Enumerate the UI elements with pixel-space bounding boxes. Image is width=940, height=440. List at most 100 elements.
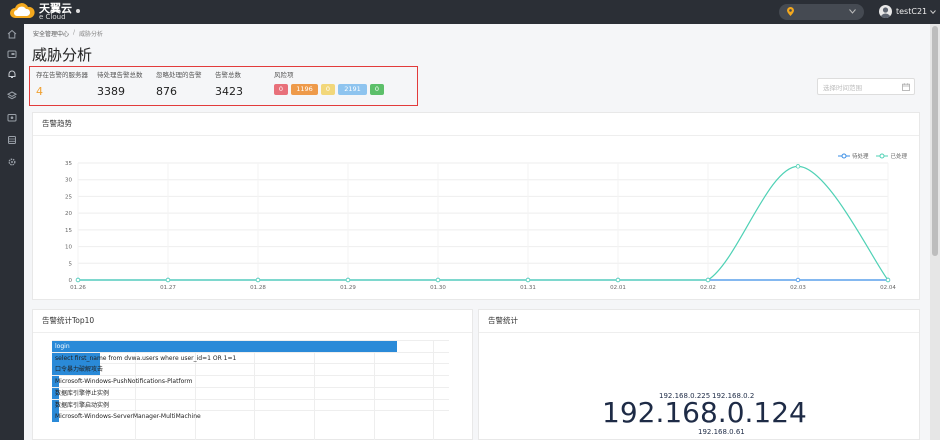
x-gridline <box>373 340 375 440</box>
bar-label: 数据库引擎停止实例 <box>55 389 110 397</box>
chevron-down-icon <box>930 9 937 14</box>
brand-logo[interactable]: 天翼云 e Cloud <box>8 2 72 22</box>
user-menu[interactable]: testC21 <box>879 5 937 18</box>
data-point <box>615 277 621 283</box>
data-point <box>165 277 171 283</box>
sidebar-item-settings[interactable] <box>0 152 24 172</box>
x-gridline <box>433 340 435 440</box>
stat-label: 告警总数 <box>215 71 241 79</box>
sidebar-item-assets[interactable] <box>0 44 24 64</box>
y-tick-label: 30 <box>65 178 72 184</box>
y-tick-label: 0 <box>69 278 73 284</box>
brand-subtitle: e Cloud <box>39 13 66 21</box>
y-tick-label: 35 <box>65 161 72 167</box>
x-tick-label: 02.01 <box>610 285 626 291</box>
bar-label: login <box>55 343 70 350</box>
y-tick-label: 20 <box>65 211 72 217</box>
stats-summary: 存在告警的服务器 4 待处理告警总数 3389 忽略处理的告警 876 告警总数… <box>29 66 418 106</box>
stat-total-alerts: 告警总数 3423 <box>215 69 243 98</box>
asset-icon <box>7 50 17 58</box>
x-gridline <box>314 340 316 440</box>
sidebar-item-alerts[interactable] <box>0 64 24 84</box>
stat-label: 待处理告警总数 <box>97 71 143 79</box>
sidebar-item-database[interactable] <box>0 130 24 150</box>
stat-value[interactable]: 3423 <box>215 85 243 98</box>
data-point <box>525 277 531 283</box>
ip-word[interactable]: 192.168.0.124 <box>602 396 807 429</box>
risk-badge[interactable]: 2191 <box>338 84 367 95</box>
stat-label: 存在告警的服务器 <box>36 71 88 79</box>
y-tick-label: 10 <box>65 245 72 251</box>
y-tick-label: 25 <box>65 194 72 200</box>
risk-badge[interactable]: 0 <box>274 84 288 95</box>
sidebar-item-layers[interactable] <box>0 86 24 106</box>
database-icon <box>8 136 16 144</box>
bar[interactable] <box>52 341 398 352</box>
sidebar-item-home[interactable] <box>0 24 24 44</box>
x-tick-label: 01.30 <box>430 285 446 291</box>
x-gridline <box>254 340 256 440</box>
risk-badges: 0 1196 0 2191 0 <box>274 84 387 95</box>
monitor-icon <box>7 114 17 122</box>
risk-badge[interactable]: 1196 <box>291 84 318 95</box>
bar-label: Microsoft-Windows-PushNotifications-Plat… <box>55 378 193 386</box>
risk-badge[interactable]: 0 <box>321 84 335 95</box>
data-point <box>345 277 351 283</box>
breadcrumb-separator: / <box>73 29 76 36</box>
stat-label: 忽略处理的告警 <box>156 71 202 79</box>
x-tick-label: 02.03 <box>790 285 806 291</box>
chevron-down-icon <box>849 9 856 14</box>
stat-value[interactable]: 876 <box>156 85 202 98</box>
panel-divider <box>33 332 472 333</box>
sidebar <box>0 24 24 440</box>
scrollbar-thumb[interactable] <box>932 26 938 256</box>
stat-ignored-alerts: 忽略处理的告警 876 <box>156 69 202 98</box>
row-gridline <box>52 398 449 400</box>
sidebar-item-monitor[interactable] <box>0 108 24 128</box>
page-scrollbar[interactable] <box>930 24 940 440</box>
data-point <box>75 277 81 283</box>
top10-bar-chart: login select first_name from dvwa.users w… <box>52 340 449 440</box>
calendar-icon <box>902 83 910 91</box>
user-avatar-icon <box>880 7 891 18</box>
data-point <box>705 277 711 283</box>
ip-word[interactable]: 192.168.0.61 <box>698 428 745 436</box>
stat-risk-items: 风险项 0 1196 0 2191 0 <box>274 69 387 95</box>
x-tick-label: 02.04 <box>880 285 896 291</box>
x-tick-label: 01.31 <box>520 285 536 291</box>
x-tick-label: 01.26 <box>70 285 86 291</box>
settings-icon <box>8 158 16 166</box>
breadcrumb-parent[interactable]: 安全管理中心 <box>33 29 69 38</box>
data-point <box>255 277 261 283</box>
y-tick-label: 5 <box>69 261 73 267</box>
x-tick-label: 02.02 <box>700 285 716 291</box>
alert-trend-chart: 0 5 10 15 20 25 30 35 01.26 01.27 01.28 01.29 01.30 0… <box>65 161 896 291</box>
layers-icon <box>7 91 17 100</box>
stat-value[interactable]: 3389 <box>97 85 143 98</box>
stat-value[interactable]: 4 <box>36 85 88 98</box>
y-tick-label: 15 <box>65 228 72 234</box>
cloud-logo-icon <box>10 3 35 19</box>
x-tick-label: 01.27 <box>160 285 176 291</box>
data-point <box>435 277 441 283</box>
panel-divider <box>479 332 919 333</box>
stat-label: 风险项 <box>274 71 294 79</box>
breadcrumb: 安全管理中心 / 威胁分析 <box>33 29 103 38</box>
stat-alert-servers: 存在告警的服务器 4 <box>36 69 88 98</box>
risk-badge[interactable]: 0 <box>370 84 384 95</box>
data-point <box>885 277 891 283</box>
panel-title: 告警统计 <box>488 316 518 325</box>
breadcrumb-current: 威胁分析 <box>79 31 104 38</box>
date-range-picker[interactable]: 选择时间范围 <box>817 78 915 95</box>
bar-label: 口令暴力破解攻击 <box>55 366 104 374</box>
alert-trend-panel: 告警趋势 待处理 已处理 0 5 10 15 20 25 30 35 01.26 01.27 01.… <box>32 112 920 300</box>
username: testC21 <box>896 7 928 16</box>
top-navbar: 天翼云 e Cloud testC21 <box>0 0 940 24</box>
brand-dot <box>76 9 80 13</box>
data-point <box>795 164 801 169</box>
location-pin-icon <box>787 7 794 16</box>
data-point <box>795 277 801 283</box>
bar-label: 数据库引擎启动实例 <box>55 401 110 409</box>
region-selector[interactable] <box>779 4 864 20</box>
panel-title: 告警统计Top10 <box>42 316 95 325</box>
